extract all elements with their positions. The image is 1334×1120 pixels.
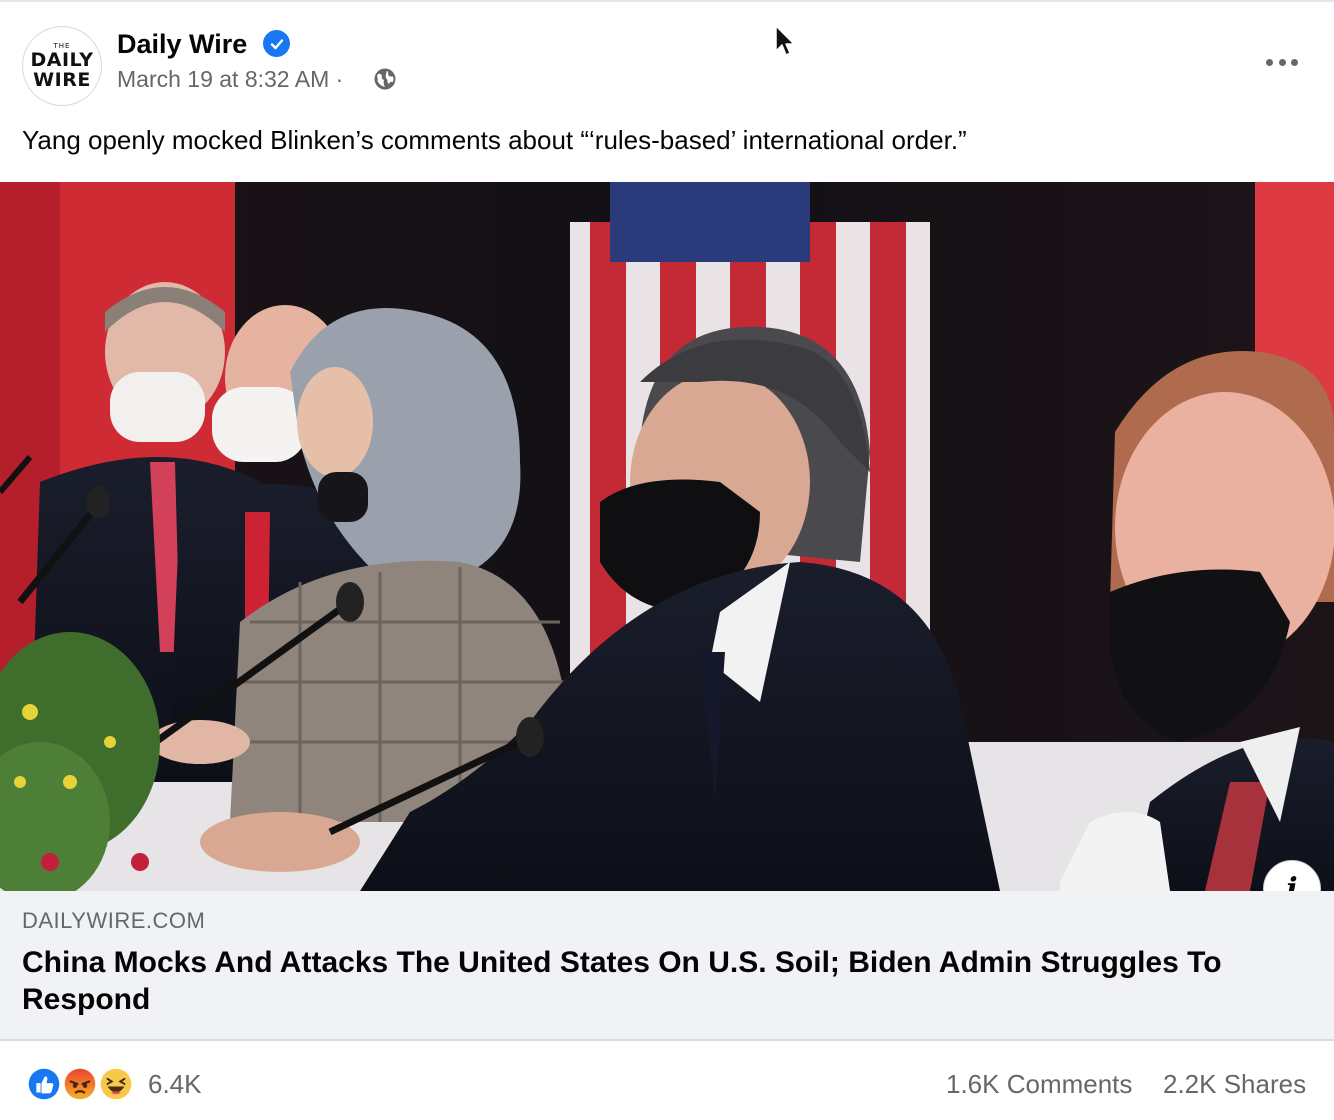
like-icon	[24, 1064, 64, 1104]
more-dot-icon	[1291, 58, 1298, 66]
timestamp-separator: ·	[335, 66, 344, 92]
angry-icon	[60, 1064, 100, 1104]
page-avatar[interactable]: THE DAILY WIRE	[22, 26, 102, 106]
post-timestamp-row: March 19 at 8:32 AM ·	[117, 64, 343, 94]
more-dot-icon	[1278, 58, 1286, 66]
link-domain: DAILYWIRE.COM	[22, 908, 206, 933]
photo-scene	[0, 182, 1334, 891]
post-top-border	[0, 0, 1334, 2]
verified-badge-icon	[263, 30, 290, 57]
more-options-icon[interactable]	[1262, 50, 1302, 74]
post-timestamp[interactable]: March 19 at 8:32 AM	[117, 66, 329, 92]
globe-icon[interactable]	[373, 67, 397, 91]
page-name-link[interactable]: Daily Wire	[117, 26, 247, 62]
more-dot-icon	[1266, 58, 1273, 66]
post-photo[interactable]	[0, 182, 1334, 891]
reaction-count[interactable]: 6.4K	[148, 1066, 202, 1102]
post-text: Yang openly mocked Blinken’s comments ab…	[22, 125, 967, 155]
haha-icon	[96, 1064, 136, 1104]
mouse-cursor-icon	[775, 25, 795, 56]
shares-count-link[interactable]: 2.2K Shares	[1163, 1066, 1306, 1102]
avatar-logo-wire: WIRE	[33, 69, 91, 91]
comments-count-link[interactable]: 1.6K Comments	[946, 1066, 1132, 1102]
avatar-logo-daily: DAILY	[30, 49, 94, 71]
link-title[interactable]: China Mocks And Attacks The United State…	[22, 944, 1312, 1018]
reaction-icons[interactable]	[24, 1064, 144, 1104]
